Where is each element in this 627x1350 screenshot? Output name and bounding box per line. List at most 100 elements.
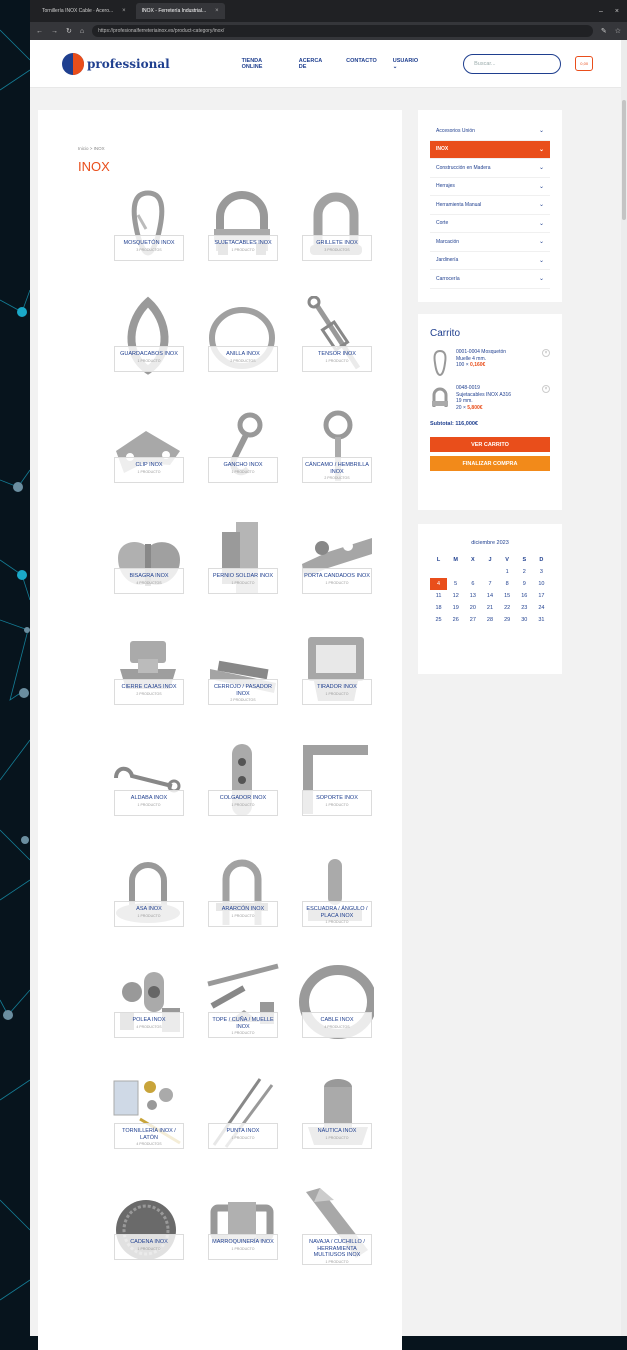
- category-label[interactable]: MOSQUETÓN INOX 3 PRODUCTOS: [114, 235, 184, 261]
- chevron-down-icon[interactable]: ⌄: [539, 275, 544, 282]
- category-card[interactable]: CERROJO / PASADOR INOX 2 PRODUCTOS: [198, 629, 286, 727]
- calendar-day[interactable]: 28: [481, 614, 498, 626]
- sidebar-item[interactable]: Herramienta Manual ⌄: [430, 196, 550, 215]
- category-card[interactable]: BISAGRA INOX 4 PRODUCTOS: [104, 518, 192, 616]
- calendar-day[interactable]: 26: [447, 614, 464, 626]
- sidebar-item[interactable]: Accesorios Unión ⌄: [430, 122, 550, 141]
- calendar-day[interactable]: 14: [481, 590, 498, 602]
- clamp-icon[interactable]: [430, 385, 450, 413]
- category-label[interactable]: PERNIO SOLDAR INOX 1 PRODUCTO: [208, 568, 278, 594]
- sidebar-item[interactable]: Corte ⌄: [430, 215, 550, 233]
- sidebar-item[interactable]: Marcación ⌄: [430, 233, 550, 252]
- category-name[interactable]: TORNILLERÍA INOX / LATÓN: [115, 1128, 183, 1141]
- category-card[interactable]: ALDABA INOX 1 PRODUCTO: [104, 740, 192, 838]
- category-label[interactable]: ANILLA INOX 2 PRODUCTOS: [208, 346, 278, 372]
- category-label[interactable]: POLEA INOX 4 PRODUCTOS: [114, 1012, 184, 1038]
- category-name[interactable]: ESCUADRA / ÁNGULO / PLACA INOX: [303, 906, 371, 919]
- category-name[interactable]: COLGADOR INOX: [209, 795, 277, 802]
- browser-tab-active[interactable]: INOX - Ferretería Industrial... ×: [135, 3, 225, 19]
- category-label[interactable]: CLIP INOX 1 PRODUCTO: [114, 457, 184, 483]
- category-card[interactable]: TORNILLERÍA INOX / LATÓN 4 PRODUCTOS: [104, 1073, 192, 1171]
- menu-contacto[interactable]: CONTACTO: [346, 58, 377, 70]
- category-name[interactable]: CADENA INOX: [115, 1239, 183, 1246]
- category-card[interactable]: NAVAJA / CUCHILLO / HERRAMIENTA MULTIUSO…: [292, 1184, 380, 1282]
- calendar-day[interactable]: 12: [447, 590, 464, 602]
- category-name[interactable]: CIERRE CAJAS INOX: [115, 684, 183, 691]
- category-name[interactable]: PERNIO SOLDAR INOX: [209, 573, 277, 580]
- category-label[interactable]: BISAGRA INOX 4 PRODUCTOS: [114, 568, 184, 594]
- category-card[interactable]: ANILLA INOX 2 PRODUCTOS: [198, 296, 286, 394]
- sidebar-item[interactable]: Jardinería ⌄: [430, 252, 550, 270]
- category-name[interactable]: SOPORTE INOX: [303, 795, 371, 802]
- category-name[interactable]: GRILLETE INOX: [303, 240, 371, 247]
- close-icon[interactable]: ×: [215, 8, 219, 14]
- category-card[interactable]: PERNIO SOLDAR INOX 1 PRODUCTO: [198, 518, 286, 616]
- category-card[interactable]: CABLE INOX 4 PRODUCTOS: [292, 962, 380, 1060]
- category-card[interactable]: PORTA CANDADOS INOX 1 PRODUCTO: [292, 518, 380, 616]
- category-label[interactable]: GRILLETE INOX 3 PRODUCTOS: [302, 235, 372, 261]
- calendar-day[interactable]: 1: [499, 566, 516, 578]
- category-name[interactable]: MOSQUETÓN INOX: [115, 240, 183, 247]
- close-window-icon[interactable]: ×: [615, 8, 619, 15]
- calendar-day[interactable]: 3: [533, 566, 550, 578]
- menu-usuario[interactable]: USUARIO ⌄: [393, 58, 423, 70]
- category-label[interactable]: NAVAJA / CUCHILLO / HERRAMIENTA MULTIUSO…: [302, 1234, 372, 1265]
- category-card[interactable]: GRILLETE INOX 3 PRODUCTOS: [292, 185, 380, 283]
- calendar-day[interactable]: 19: [447, 602, 464, 614]
- forward-icon[interactable]: →: [51, 28, 58, 35]
- category-label[interactable]: CADENA INOX 1 PRODUCTO: [114, 1234, 184, 1260]
- calendar-day[interactable]: 25: [430, 614, 447, 626]
- calendar-day[interactable]: 20: [464, 602, 481, 614]
- url-input[interactable]: https://profesionalferreteriainox.es/pro…: [92, 25, 593, 37]
- calendar-day[interactable]: 8: [499, 578, 516, 590]
- category-card[interactable]: TOPE / CUÑA / MUELLE INOX 1 PRODUCTO: [198, 962, 286, 1060]
- close-icon[interactable]: ×: [122, 8, 126, 14]
- category-label[interactable]: CIERRE CAJAS INOX 2 PRODUCTOS: [114, 679, 184, 705]
- calendar-day[interactable]: 30: [516, 614, 533, 626]
- category-label[interactable]: ARARCÓN INOX 1 PRODUCTO: [208, 901, 278, 927]
- calendar-day[interactable]: 5: [447, 578, 464, 590]
- category-card[interactable]: NÁUTICA INOX 1 PRODUCTO: [292, 1073, 380, 1171]
- scrollbar-thumb[interactable]: [622, 100, 626, 220]
- category-label[interactable]: SOPORTE INOX 1 PRODUCTO: [302, 790, 372, 816]
- category-label[interactable]: TORNILLERÍA INOX / LATÓN 4 PRODUCTOS: [114, 1123, 184, 1149]
- category-name[interactable]: CÁNCAMO / HEMBRILLA INOX: [303, 462, 371, 475]
- category-label[interactable]: SUJETACABLES INOX 1 PRODUCTO: [208, 235, 278, 261]
- category-card[interactable]: ESCUADRA / ÁNGULO / PLACA INOX 1 PRODUCTO: [292, 851, 380, 949]
- chevron-down-icon[interactable]: ⌄: [539, 220, 544, 227]
- chevron-down-icon[interactable]: ⌄: [539, 164, 544, 171]
- category-card[interactable]: MOSQUETÓN INOX 3 PRODUCTOS: [104, 185, 192, 283]
- category-name[interactable]: TIRADOR INOX: [303, 684, 371, 691]
- category-label[interactable]: NÁUTICA INOX 1 PRODUCTO: [302, 1123, 372, 1149]
- extensions-icon[interactable]: ✎: [601, 27, 607, 35]
- calendar-day[interactable]: 4: [430, 578, 448, 590]
- calendar-day[interactable]: 27: [464, 614, 481, 626]
- category-label[interactable]: TOPE / CUÑA / MUELLE INOX 1 PRODUCTO: [208, 1012, 278, 1038]
- sidebar-item[interactable]: Construcción en Madera ⌄: [430, 159, 550, 178]
- reload-icon[interactable]: ↻: [66, 27, 72, 35]
- category-card[interactable]: CÁNCAMO / HEMBRILLA INOX 2 PRODUCTOS: [292, 407, 380, 505]
- sidebar-item[interactable]: Carrocería ⌄: [430, 270, 550, 289]
- cart-icon[interactable]: 0,00: [575, 56, 593, 71]
- search-input[interactable]: Buscar...: [463, 53, 562, 74]
- category-label[interactable]: CERROJO / PASADOR INOX 2 PRODUCTOS: [208, 679, 278, 705]
- remove-item-icon[interactable]: ×: [542, 349, 550, 357]
- back-icon[interactable]: ←: [36, 28, 43, 35]
- category-card[interactable]: GANCHO INOX 1 PRODUCTO: [198, 407, 286, 505]
- category-name[interactable]: POLEA INOX: [115, 1017, 183, 1024]
- category-card[interactable]: SOPORTE INOX 1 PRODUCTO: [292, 740, 380, 838]
- calendar-day[interactable]: 29: [499, 614, 516, 626]
- category-label[interactable]: PORTA CANDADOS INOX 1 PRODUCTO: [302, 568, 372, 594]
- calendar-day[interactable]: 18: [430, 602, 447, 614]
- breadcrumb[interactable]: Inicio > INOX: [78, 146, 105, 151]
- category-name[interactable]: ARARCÓN INOX: [209, 906, 277, 913]
- calendar-day[interactable]: 22: [499, 602, 516, 614]
- category-label[interactable]: PUNTA INOX 1 PRODUCTO: [208, 1123, 278, 1149]
- scrollbar[interactable]: [621, 40, 627, 1336]
- category-name[interactable]: CERROJO / PASADOR INOX: [209, 684, 277, 697]
- chevron-down-icon[interactable]: ⌄: [539, 127, 544, 134]
- category-name[interactable]: NÁUTICA INOX: [303, 1128, 371, 1135]
- calendar-day[interactable]: 7: [481, 578, 498, 590]
- chevron-down-icon[interactable]: ⌄: [539, 238, 544, 245]
- category-card[interactable]: CADENA INOX 1 PRODUCTO: [104, 1184, 192, 1282]
